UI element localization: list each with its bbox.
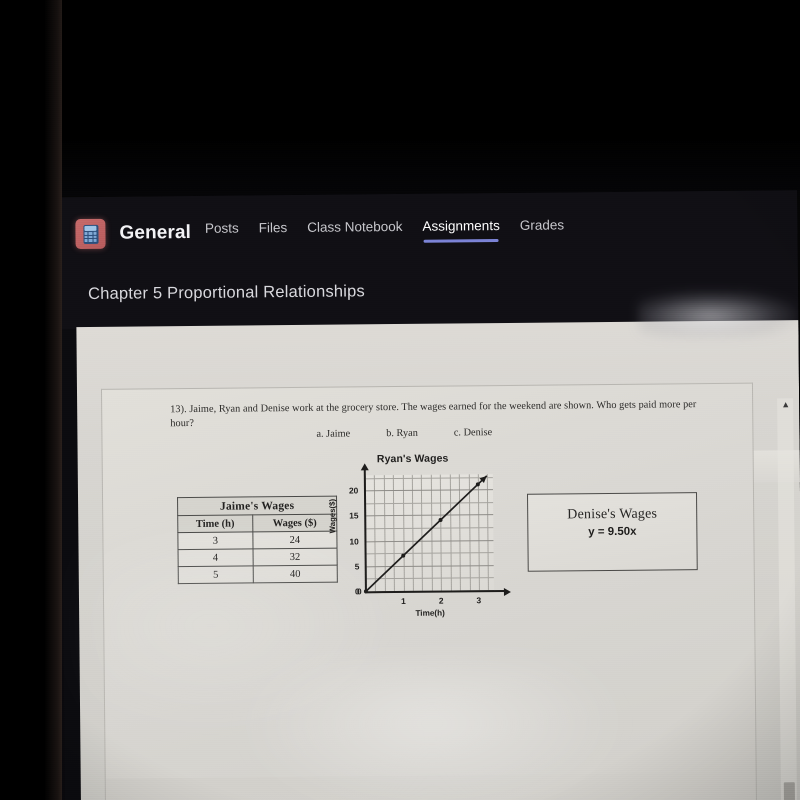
- photo-dark-top-area: [0, 0, 800, 196]
- tab-files[interactable]: Files: [259, 220, 288, 244]
- question-text: 13). Jaime, Ryan and Denise work at the …: [170, 398, 715, 430]
- cell-time: 5: [178, 565, 254, 584]
- chart-data-point: [475, 482, 480, 487]
- column-header-wages: Wages ($): [252, 514, 337, 532]
- choice-c[interactable]: c. Denise: [454, 427, 492, 438]
- answer-choices: a. Jaime b. Ryan c. Denise: [316, 427, 492, 440]
- chevron-up-icon[interactable]: ▲: [780, 399, 791, 409]
- chart-x-tick-label: 2: [438, 595, 444, 606]
- chart-y-axis-label: Wages($): [327, 498, 338, 534]
- chart-data-point: [401, 553, 406, 558]
- table-row: 5 40: [178, 565, 338, 584]
- team-name: General: [119, 221, 192, 244]
- chart-y-tick-label: 5: [354, 561, 360, 572]
- chart-x-axis: [364, 589, 505, 593]
- monitor-screen: General Posts Files Class Notebook Assig…: [0, 190, 800, 800]
- chart-x-tick-label: 0: [356, 586, 362, 597]
- chart-x-axis-arrow: [503, 587, 511, 596]
- chart-data-point: [438, 518, 443, 523]
- question-body: Jaime, Ryan and Denise work at the groce…: [170, 399, 697, 429]
- document-viewer: 13). Jaime, Ryan and Denise work at the …: [76, 320, 800, 800]
- cell-wages: 40: [253, 565, 338, 583]
- channel-tabs: Posts Files Class Notebook Assignments G…: [205, 217, 564, 245]
- choice-b[interactable]: b. Ryan: [386, 428, 418, 439]
- tab-posts[interactable]: Posts: [205, 220, 239, 244]
- chart-y-axis-arrow: [360, 463, 369, 471]
- choice-a-letter: a.: [316, 428, 324, 440]
- choice-a-label: Jaime: [326, 428, 351, 440]
- table-row: 4 32: [178, 548, 338, 567]
- monitor-photo: General Posts Files Class Notebook Assig…: [0, 0, 800, 800]
- team-header: General Posts Files Class Notebook Assig…: [75, 214, 564, 250]
- chart-x-tick-label: 1: [401, 595, 406, 606]
- column-header-time: Time (h): [177, 514, 253, 533]
- rail-panel-block: [0, 397, 58, 434]
- chart-x-tick-label: 3: [476, 595, 482, 606]
- chart-plot-area: [363, 474, 494, 594]
- worksheet-page: 13). Jaime, Ryan and Denise work at the …: [100, 382, 757, 779]
- table-row: 3 24: [177, 531, 338, 550]
- cell-wages: 24: [252, 531, 338, 549]
- teams-left-rail: [0, 197, 66, 800]
- tab-class-notebook[interactable]: Class Notebook: [307, 218, 403, 243]
- chart-y-tick-label: 20: [348, 485, 359, 496]
- chart-x-axis-label: Time(h): [415, 608, 445, 618]
- teams-app-chrome: [0, 190, 799, 330]
- table-caption: Jaime's Wages: [177, 496, 337, 516]
- denise-equation: y = 9.50x: [588, 525, 637, 539]
- cell-time: 3: [177, 531, 253, 550]
- ryan-wages-chart: Ryan's Wages Wages($) Time(h) 0 5 10 15 20 0 1…: [325, 452, 511, 630]
- denise-wages-box: Denise's Wages y = 9.50x: [527, 492, 698, 572]
- page-title: Chapter 5 Proportional Relationships: [87, 282, 365, 303]
- tab-grades[interactable]: Grades: [520, 217, 565, 241]
- choice-a[interactable]: a. Jaime: [316, 428, 350, 439]
- choice-b-letter: b.: [386, 428, 394, 440]
- chart-y-tick-label: 10: [349, 535, 359, 547]
- question-number: 13).: [170, 404, 187, 416]
- choice-b-label: Ryan: [396, 427, 418, 440]
- jaime-wages-table: Jaime's Wages Time (h) Wages ($) 3 24 4: [177, 495, 338, 585]
- calculator-icon: [75, 218, 106, 250]
- more-options-icon[interactable]: [18, 353, 45, 365]
- choice-c-label: Denise: [463, 427, 493, 439]
- scrollbar-thumb[interactable]: [783, 782, 797, 800]
- chart-y-tick-label: 15: [349, 510, 359, 521]
- chart-data-line: [363, 475, 488, 594]
- cell-wages: 32: [252, 548, 338, 566]
- denise-title: Denise's Wages: [567, 506, 658, 523]
- choice-c-letter: c.: [453, 427, 462, 439]
- cell-time: 4: [178, 548, 254, 567]
- tab-assignments[interactable]: Assignments: [422, 218, 500, 243]
- chart-title: Ryan's Wages: [376, 452, 449, 466]
